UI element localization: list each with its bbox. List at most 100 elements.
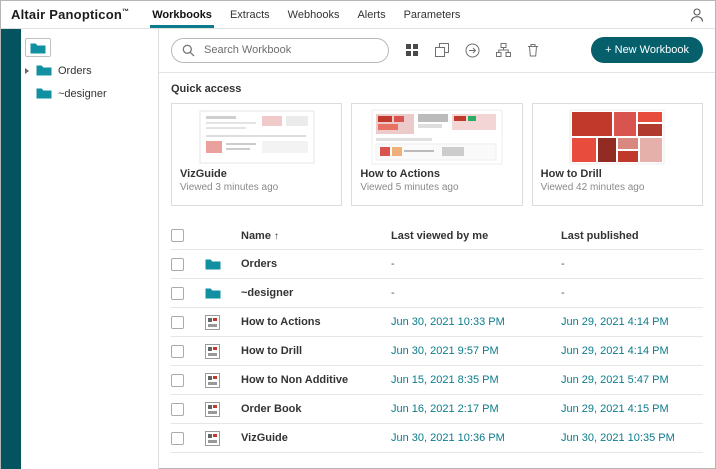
table-row[interactable]: How to Non AdditiveJun 15, 2021 8:35 PMJ… xyxy=(171,366,703,395)
row-last-viewed: Jun 30, 2021 9:57 PM xyxy=(391,345,561,357)
nav-tab-parameters[interactable]: Parameters xyxy=(395,1,470,28)
row-last-published: - xyxy=(561,287,703,299)
column-header-last-viewed[interactable]: Last viewed by me xyxy=(391,230,561,242)
move-icon[interactable] xyxy=(465,43,480,58)
row-name[interactable]: Orders xyxy=(241,258,391,270)
row-last-published: - xyxy=(561,258,703,270)
row-last-published: Jun 30, 2021 10:35 PM xyxy=(561,432,703,444)
search-box[interactable] xyxy=(171,38,389,63)
row-checkbox[interactable] xyxy=(171,287,184,300)
workbook-icon xyxy=(205,431,220,446)
nav-tab-alerts[interactable]: Alerts xyxy=(348,1,394,28)
user-account-icon[interactable] xyxy=(689,7,705,23)
row-name[interactable]: How to Drill xyxy=(241,345,391,357)
column-header-name[interactable]: Name↑ xyxy=(241,230,391,242)
workbook-card[interactable]: VizGuideViewed 3 minutes ago xyxy=(171,103,342,206)
app-logo: Altair Panopticon™ xyxy=(11,7,129,22)
search-icon xyxy=(182,44,195,57)
table-header: Name↑ Last viewed by me Last published xyxy=(171,222,703,250)
folder-icon xyxy=(205,287,221,300)
row-name[interactable]: How to Actions xyxy=(241,316,391,328)
workbook-table: Name↑ Last viewed by me Last published O… xyxy=(171,222,703,453)
top-bar: Altair Panopticon™ WorkbooksExtractsWebh… xyxy=(1,1,715,29)
toolbar: + New Workbook xyxy=(171,37,703,63)
table-row[interactable]: Order BookJun 16, 2021 2:17 PMJun 29, 20… xyxy=(171,395,703,424)
workbook-card[interactable]: How to DrillViewed 42 minutes ago xyxy=(532,103,703,206)
tree-item-designer[interactable]: ~designer xyxy=(25,82,158,105)
nav-tab-extracts[interactable]: Extracts xyxy=(221,1,279,28)
folder-label: Orders xyxy=(58,65,92,77)
column-header-last-published[interactable]: Last published xyxy=(561,230,703,242)
new-workbook-button[interactable]: + New Workbook xyxy=(591,37,703,63)
workbook-thumbnail xyxy=(533,104,702,166)
row-checkbox[interactable] xyxy=(171,374,184,387)
toolbar-icons xyxy=(405,43,539,58)
root-folder[interactable] xyxy=(25,38,51,57)
row-last-published: Jun 29, 2021 4:15 PM xyxy=(561,403,703,415)
tree-item-root[interactable] xyxy=(25,36,158,59)
row-name[interactable]: VizGuide xyxy=(241,432,391,444)
workbook-icon xyxy=(205,402,220,417)
folder-structure-icon[interactable] xyxy=(496,43,511,57)
table-row[interactable]: VizGuideJun 30, 2021 10:36 PMJun 30, 202… xyxy=(171,424,703,453)
search-input[interactable] xyxy=(202,43,378,57)
workbook-icon xyxy=(205,315,220,330)
row-last-published: Jun 29, 2021 4:14 PM xyxy=(561,345,703,357)
folder-icon xyxy=(36,87,52,100)
workbook-thumbnail xyxy=(352,104,521,166)
table-row[interactable]: How to ActionsJun 30, 2021 10:33 PMJun 2… xyxy=(171,308,703,337)
row-last-viewed: Jun 30, 2021 10:33 PM xyxy=(391,316,561,328)
row-checkbox[interactable] xyxy=(171,345,184,358)
trademark: ™ xyxy=(122,9,129,16)
quick-access-title: Quick access xyxy=(171,83,703,95)
row-last-viewed: Jun 15, 2021 8:35 PM xyxy=(391,374,561,386)
nav-tab-webhooks[interactable]: Webhooks xyxy=(279,1,349,28)
card-viewed-ago: Viewed 42 minutes ago xyxy=(533,180,702,195)
row-name[interactable]: Order Book xyxy=(241,403,391,415)
row-checkbox[interactable] xyxy=(171,316,184,329)
main-content: + New Workbook Quick access VizGuideView… xyxy=(159,29,715,469)
panopticon-workbooks-page: { "header": { "brand": "Altair Panoptico… xyxy=(0,0,716,469)
nav-tabs: WorkbooksExtractsWebhooksAlertsParameter… xyxy=(143,1,469,28)
folder-icon xyxy=(205,258,221,271)
grid-view-icon[interactable] xyxy=(405,43,419,57)
card-title: How to Actions xyxy=(352,166,521,180)
row-checkbox[interactable] xyxy=(171,258,184,271)
folder-icon xyxy=(36,64,52,77)
row-name[interactable]: How to Non Additive xyxy=(241,374,391,386)
quick-access-cards: VizGuideViewed 3 minutes agoHow to Actio… xyxy=(171,103,703,206)
card-title: VizGuide xyxy=(172,166,341,180)
nav-tab-workbooks[interactable]: Workbooks xyxy=(143,1,221,28)
card-viewed-ago: Viewed 3 minutes ago xyxy=(172,180,341,195)
row-last-published: Jun 29, 2021 4:14 PM xyxy=(561,316,703,328)
tree-item-orders[interactable]: Orders xyxy=(25,59,158,82)
toolbar-divider xyxy=(159,72,715,73)
workbook-icon xyxy=(205,344,220,359)
page-layout: Orders ~designer + New Workbook Quick acc… xyxy=(1,29,715,469)
row-last-published: Jun 29, 2021 5:47 PM xyxy=(561,374,703,386)
table-row[interactable]: ~designer-- xyxy=(171,279,703,308)
expand-caret[interactable] xyxy=(25,68,36,74)
workbook-table-body: Orders--~designer--How to ActionsJun 30,… xyxy=(171,250,703,453)
copy-icon[interactable] xyxy=(435,43,449,57)
row-checkbox[interactable] xyxy=(171,432,184,445)
folder-icon xyxy=(30,42,46,55)
workbook-thumbnail xyxy=(172,104,341,166)
row-last-viewed: Jun 16, 2021 2:17 PM xyxy=(391,403,561,415)
row-last-viewed: - xyxy=(391,287,561,299)
folder-label: ~designer xyxy=(58,88,107,100)
folder-sidebar: Orders ~designer xyxy=(1,29,159,469)
row-checkbox[interactable] xyxy=(171,403,184,416)
table-row[interactable]: How to DrillJun 30, 2021 9:57 PMJun 29, … xyxy=(171,337,703,366)
card-title: How to Drill xyxy=(533,166,702,180)
card-viewed-ago: Viewed 5 minutes ago xyxy=(352,180,521,195)
workbook-card[interactable]: How to ActionsViewed 5 minutes ago xyxy=(351,103,522,206)
row-name[interactable]: ~designer xyxy=(241,287,391,299)
row-last-viewed: Jun 30, 2021 10:36 PM xyxy=(391,432,561,444)
table-row[interactable]: Orders-- xyxy=(171,250,703,279)
folder-tree: Orders ~designer xyxy=(1,29,158,105)
row-last-viewed: - xyxy=(391,258,561,270)
select-all-checkbox[interactable] xyxy=(171,229,184,242)
delete-icon[interactable] xyxy=(527,43,539,57)
workbook-icon xyxy=(205,373,220,388)
